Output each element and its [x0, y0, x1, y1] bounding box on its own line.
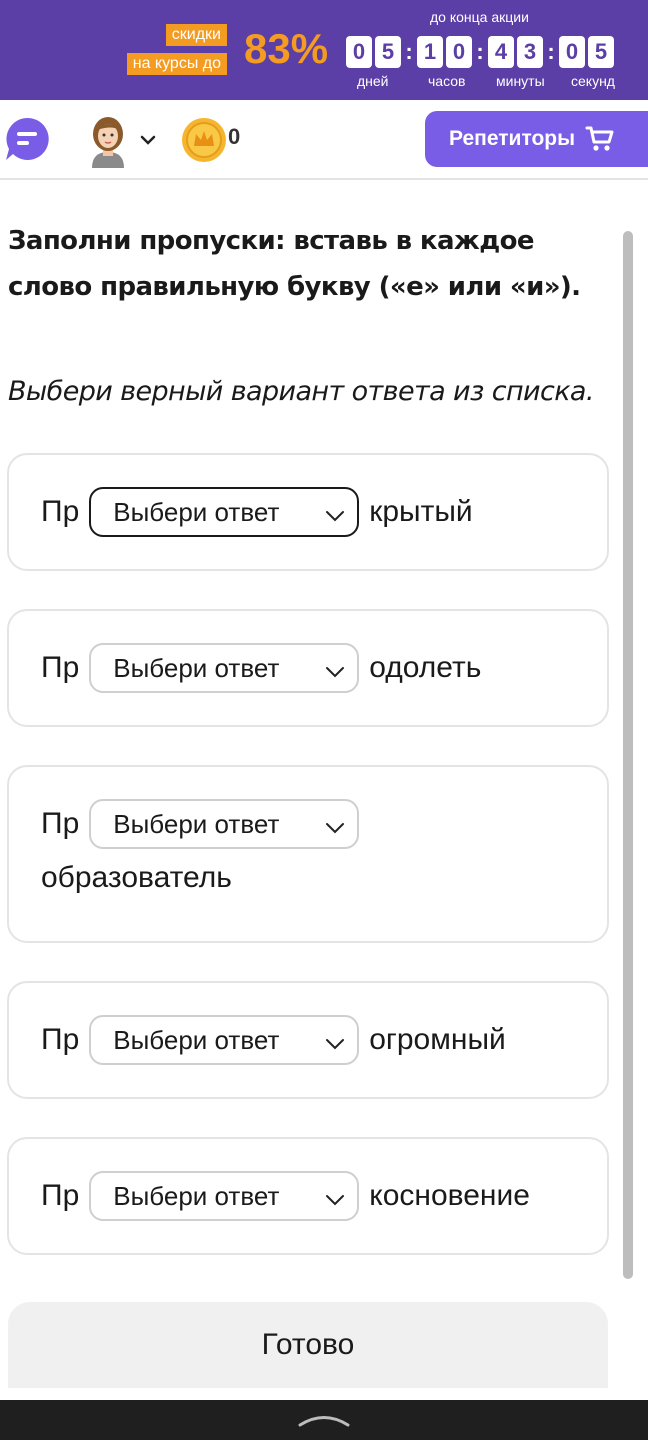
word-prefix: Пр [41, 807, 80, 840]
timer-seconds-digit: 5 [588, 36, 614, 68]
chevron-down-icon [326, 823, 345, 834]
answer-card: Пр Выбери ответ крытый [7, 453, 609, 571]
timer-hours-digit: 0 [446, 36, 472, 68]
timer-colon: : [405, 39, 413, 64]
answer-card: Пр Выбери ответ огромный [7, 981, 609, 1099]
chevron-down-icon [326, 1039, 345, 1050]
cart-icon [585, 126, 614, 151]
scrollbar[interactable] [623, 231, 633, 1279]
answer-select-label: Выбери ответ [113, 1180, 280, 1211]
timer-minutes-digit: 4 [488, 36, 514, 68]
timer-label-days: дней [357, 73, 389, 89]
timer-colon: : [476, 39, 484, 64]
chevron-down-icon [326, 511, 345, 522]
promo-tag-courses: на курсы до [126, 53, 227, 75]
chevron-down-icon [326, 1195, 345, 1206]
user-avatar-icon[interactable] [86, 114, 130, 168]
word-suffix: крытый [369, 495, 473, 528]
promo-until-label: до конца акции [430, 9, 529, 25]
word-prefix: Пр [41, 651, 80, 684]
word-prefix: Пр [41, 495, 80, 528]
word-prefix: Пр [41, 1179, 80, 1212]
timer-colon: : [547, 39, 555, 64]
answer-select-label: Выбери ответ [113, 496, 280, 527]
answer-select-label: Выбери ответ [113, 652, 280, 683]
answer-select[interactable]: Выбери ответ [89, 487, 360, 537]
answer-card: Пр Выбери ответ косновение [7, 1137, 609, 1255]
promo-percent: 83% [244, 25, 329, 72]
coin-icon[interactable] [180, 116, 228, 164]
word-suffix: образователь [41, 861, 232, 894]
tutors-button-label: Репетиторы [449, 127, 576, 150]
timer-seconds-digit: 0 [559, 36, 585, 68]
swipe-up-handle-icon[interactable] [296, 1412, 352, 1428]
top-header: 0 Репетиторы [0, 100, 648, 180]
coin-count: 0 [228, 124, 241, 149]
timer-minutes-digit: 3 [517, 36, 543, 68]
chevron-down-icon[interactable] [138, 130, 158, 150]
answer-select[interactable]: Выбери ответ [89, 1015, 360, 1065]
timer-hours-digit: 1 [417, 36, 443, 68]
promo-tag-discounts: скидки [165, 24, 227, 46]
timer-label-hours: часов [428, 73, 466, 89]
answer-card: Пр Выбери ответ одолеть [7, 609, 609, 727]
timer-days-digit: 5 [375, 36, 401, 68]
system-nav-bar [0, 1400, 648, 1440]
timer-days-digit: 0 [346, 36, 372, 68]
word-prefix: Пр [41, 1023, 80, 1056]
word-suffix: огромный [369, 1023, 506, 1056]
word-suffix: одолеть [369, 651, 482, 684]
chat-icon[interactable] [4, 116, 50, 162]
answer-select-label: Выбери ответ [113, 808, 280, 839]
answer-select[interactable]: Выбери ответ [89, 799, 360, 849]
word-suffix: косновение [369, 1179, 530, 1212]
task-hint: Выбери верный вариант ответа из списка. [8, 376, 594, 407]
answer-select[interactable]: Выбери ответ [89, 643, 360, 693]
answer-select-label: Выбери ответ [113, 1024, 280, 1055]
done-button[interactable]: Готово [8, 1302, 608, 1388]
answer-select[interactable]: Выбери ответ [89, 1171, 360, 1221]
answer-card: Пр Выбери ответ образователь [7, 765, 609, 943]
chevron-down-icon [326, 667, 345, 678]
tutors-button[interactable]: Репетиторы [425, 111, 648, 167]
promo-banner[interactable]: скидки на курсы до 83% до конца акции 0 … [0, 0, 648, 100]
task-question: Заполни пропуски: вставь в каждое слово … [8, 226, 581, 302]
timer-label-minutes: минуты [496, 73, 545, 89]
timer-label-seconds: секунд [571, 73, 615, 89]
countdown-timer: 0 5 : 1 0 : 4 3 : 0 5 [346, 36, 617, 68]
